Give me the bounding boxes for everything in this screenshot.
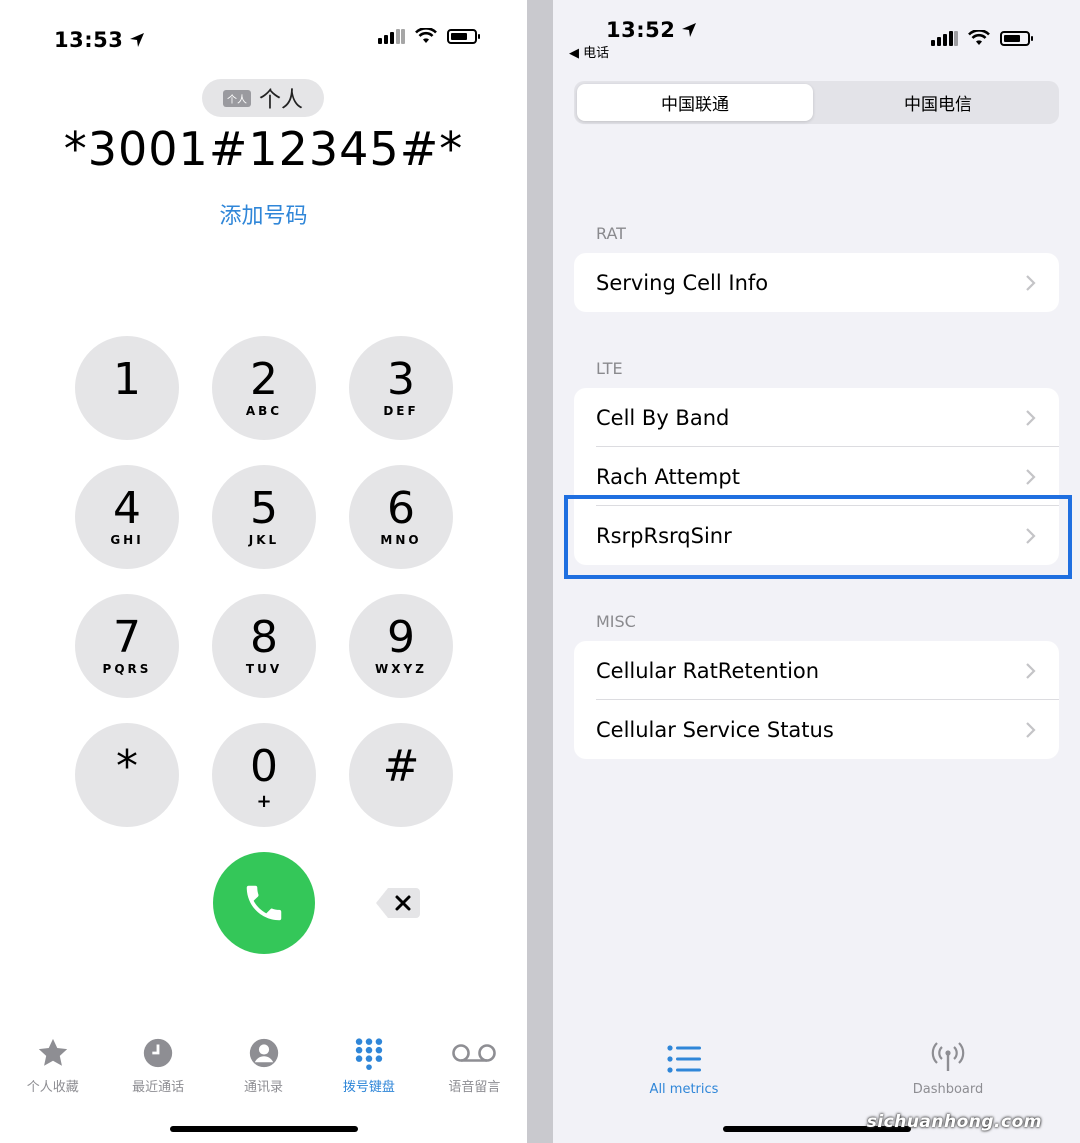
screenshot-composite: 13:53 个人 个人 *3001#12345#* 添加号码 1 2 ABC 3D…: [0, 0, 1080, 1143]
phone-dialer-screen: 13:53 个人 个人 *3001#12345#* 添加号码 1 2 ABC 3D…: [0, 0, 527, 1143]
keypad-icon: [355, 1038, 383, 1070]
battery-icon: [447, 28, 480, 44]
watermark: sichuanhong.com: [866, 1112, 1042, 1132]
section-header-rat: RAT: [596, 224, 626, 243]
status-bar-right: 13:52: [606, 14, 697, 46]
key-9[interactable]: 9 WXYZ: [349, 594, 453, 698]
chevron-right-icon: [1026, 722, 1036, 738]
section-header-misc: MISC: [596, 612, 636, 631]
tab-contacts[interactable]: 通讯录: [211, 1036, 316, 1106]
wifi-icon: [968, 30, 990, 45]
group-rat: Serving Cell Info: [574, 253, 1059, 312]
chevron-right-icon: [1026, 469, 1036, 485]
row-serving-cell-info[interactable]: Serving Cell Info: [574, 253, 1059, 312]
tab-voicemail[interactable]: 语音留言: [422, 1036, 527, 1106]
carrier-segmented-control: 中国联通 中国电信: [574, 81, 1059, 124]
tab-bar-dialer: 个人收藏 最近通话 通讯录 拨号键盘 语音留言: [0, 1036, 527, 1106]
row-cellular-rat-retention[interactable]: Cellular RatRetention: [574, 641, 1059, 700]
tab-keypad[interactable]: 拨号键盘: [316, 1036, 421, 1106]
highlight-box-rsrp: [564, 495, 1072, 579]
row-cell-by-band[interactable]: Cell By Band: [574, 388, 1059, 447]
call-button[interactable]: [213, 852, 315, 954]
antenna-icon: [931, 1042, 965, 1071]
backspace-icon: [376, 888, 420, 918]
status-icons-right: [931, 30, 1033, 46]
list-icon: [667, 1045, 701, 1073]
wifi-icon: [415, 28, 437, 43]
back-to-phone-link[interactable]: ◀ 电话: [569, 42, 609, 61]
key-star[interactable]: *: [75, 723, 179, 827]
tab-recents[interactable]: 最近通话: [105, 1036, 210, 1106]
star-icon: [38, 1038, 67, 1066]
key-2[interactable]: 2 ABC: [212, 336, 316, 440]
phone-icon: [246, 885, 282, 921]
delete-button[interactable]: [374, 886, 422, 920]
key-3[interactable]: 3 DEF: [349, 336, 453, 440]
voicemail-icon: [452, 1044, 497, 1062]
key-6[interactable]: 6 MNO: [349, 465, 453, 569]
key-hash[interactable]: #: [349, 723, 453, 827]
home-indicator-left: [170, 1126, 358, 1132]
segment-carrier-telecom[interactable]: 中国电信: [820, 84, 1056, 121]
key-4[interactable]: 4 GHI: [75, 465, 179, 569]
add-number-link[interactable]: 添加号码: [0, 198, 527, 230]
dialed-number: *3001#12345#*: [63, 122, 464, 176]
sim-label: 个人: [258, 88, 303, 113]
sim-selector[interactable]: 个人 个人: [202, 79, 324, 117]
chevron-right-icon: [1026, 410, 1036, 426]
key-7[interactable]: 7 PQRS: [75, 594, 179, 698]
tab-dashboard[interactable]: Dashboard: [908, 1040, 988, 1097]
row-cellular-service-status[interactable]: Cellular Service Status: [574, 700, 1059, 759]
contact-icon: [249, 1038, 278, 1068]
status-icons: [378, 28, 480, 44]
tab-bar-metrics: All metrics Dashboard: [553, 1040, 1080, 1110]
location-arrow-icon: [682, 23, 697, 37]
segment-carrier-unicom[interactable]: 中国联通: [577, 84, 813, 121]
location-arrow-icon: [130, 33, 145, 47]
chevron-right-icon: [1026, 663, 1036, 679]
tab-favorites[interactable]: 个人收藏: [0, 1036, 105, 1106]
status-bar-left: 13:53: [54, 24, 145, 56]
section-header-lte: LTE: [596, 359, 623, 378]
tab-all-metrics[interactable]: All metrics: [649, 1044, 719, 1097]
cellular-metrics-screen: 13:52 ◀ 电话 中国联通 中国电信 RAT Serving Cell In…: [553, 0, 1080, 1143]
key-1[interactable]: 1: [75, 336, 179, 440]
status-time-right: 13:52: [606, 18, 697, 42]
chevron-right-icon: [1026, 275, 1036, 291]
status-time: 13:53: [54, 28, 145, 52]
key-5[interactable]: 5 JKL: [212, 465, 316, 569]
group-misc: Cellular RatRetention Cellular Service S…: [574, 641, 1059, 759]
key-0[interactable]: 0 +: [212, 723, 316, 827]
sim-badge: 个人: [222, 89, 251, 107]
key-8[interactable]: 8 TUV: [212, 594, 316, 698]
cellular-signal-icon: [378, 28, 405, 44]
clock-icon: [143, 1038, 173, 1068]
cellular-signal-icon: [931, 30, 958, 46]
battery-icon: [1000, 30, 1033, 46]
